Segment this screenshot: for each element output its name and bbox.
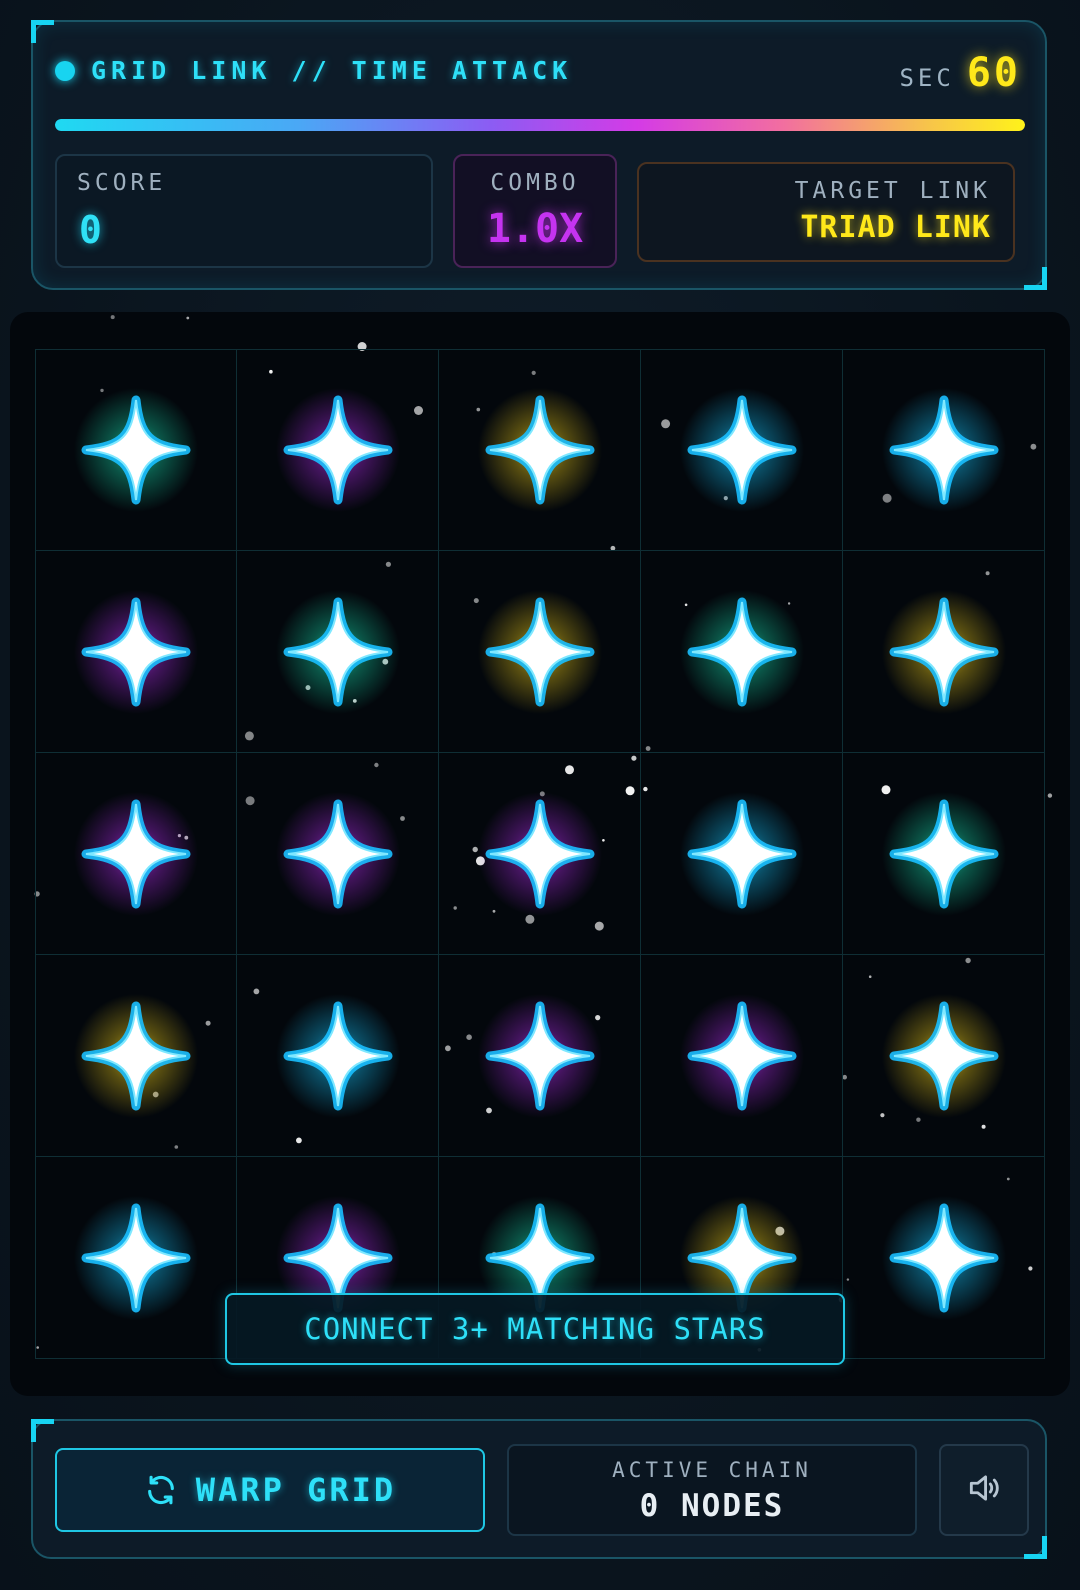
grid-cell[interactable] xyxy=(237,551,439,753)
timer: SEC 60 xyxy=(899,50,1021,96)
purple-star-node xyxy=(680,994,804,1118)
score-panel: SCORE 0 xyxy=(55,154,433,268)
grid-cell[interactable] xyxy=(439,955,641,1157)
purple-star-node xyxy=(74,590,198,714)
grid-cell[interactable] xyxy=(843,753,1045,955)
timer-label: SEC xyxy=(899,64,955,92)
grid-cell[interactable] xyxy=(843,349,1045,551)
teal-star-node xyxy=(680,590,804,714)
purple-star-node xyxy=(276,792,400,916)
hud-corner-accent xyxy=(31,20,54,43)
purple-star-node xyxy=(276,388,400,512)
grid-cell[interactable] xyxy=(439,551,641,753)
background-star xyxy=(110,315,115,320)
grid-cell[interactable] xyxy=(439,753,641,955)
game-board: CONNECT 3+ MATCHING STARS xyxy=(10,312,1070,1396)
refresh-icon xyxy=(144,1473,178,1507)
grid-cell[interactable] xyxy=(641,753,843,955)
cyan-star-node xyxy=(276,994,400,1118)
grid-cell[interactable] xyxy=(237,349,439,551)
game-title: GRID LINK // TIME ATTACK xyxy=(91,56,573,85)
grid-cell[interactable] xyxy=(35,955,237,1157)
hud-panel: GRID LINK // TIME ATTACK SEC 60 SCORE 0 … xyxy=(31,20,1047,290)
hud-corner-accent xyxy=(1024,267,1047,290)
active-chain-value: 0 NODES xyxy=(639,1488,785,1524)
warp-grid-button[interactable]: WARP GRID xyxy=(55,1448,485,1532)
sound-toggle-button[interactable] xyxy=(939,1444,1029,1536)
control-corner-accent xyxy=(1024,1536,1047,1559)
purple-star-node xyxy=(74,792,198,916)
cyan-star-node xyxy=(680,388,804,512)
teal-star-node xyxy=(882,792,1006,916)
grid-cell[interactable] xyxy=(641,955,843,1157)
game-app: GRID LINK // TIME ATTACK SEC 60 SCORE 0 … xyxy=(0,0,1080,1590)
grid-cell[interactable] xyxy=(843,551,1045,753)
star-grid xyxy=(35,349,1045,1359)
score-label: SCORE xyxy=(77,170,167,196)
cyan-star-node xyxy=(680,792,804,916)
grid-cell[interactable] xyxy=(35,349,237,551)
purple-star-node xyxy=(478,792,602,916)
active-chain-label: ACTIVE CHAIN xyxy=(612,1458,812,1482)
combo-panel: COMBO 1.0X xyxy=(453,154,617,268)
timer-value: 60 xyxy=(966,50,1021,96)
combo-value: 1.0X xyxy=(486,206,584,252)
yellow-star-node xyxy=(478,388,602,512)
control-bar: WARP GRID ACTIVE CHAIN 0 NODES xyxy=(31,1419,1047,1559)
title-row: GRID LINK // TIME ATTACK xyxy=(55,56,572,85)
speaker-icon xyxy=(965,1469,1003,1511)
cyan-star-node xyxy=(882,1196,1006,1320)
grid-cell[interactable] xyxy=(641,349,843,551)
yellow-star-node xyxy=(882,994,1006,1118)
yellow-star-node xyxy=(74,994,198,1118)
cyan-star-node xyxy=(74,1196,198,1320)
combo-label: COMBO xyxy=(490,170,580,196)
grid-cell[interactable] xyxy=(237,753,439,955)
grid-cell[interactable] xyxy=(237,955,439,1157)
time-progress-fill xyxy=(55,119,1025,131)
score-value: 0 xyxy=(79,208,102,252)
yellow-star-node xyxy=(478,590,602,714)
yellow-star-node xyxy=(882,590,1006,714)
grid-cell[interactable] xyxy=(641,551,843,753)
grid-cell[interactable] xyxy=(843,955,1045,1157)
teal-star-node xyxy=(276,590,400,714)
grid-cell[interactable] xyxy=(35,753,237,955)
target-link-panel: TARGET LINK TRIAD LINK xyxy=(637,162,1015,262)
background-star xyxy=(186,316,190,320)
active-chain-panel: ACTIVE CHAIN 0 NODES xyxy=(507,1444,917,1536)
background-star xyxy=(1047,793,1053,798)
grid-cell[interactable] xyxy=(843,1157,1045,1359)
target-link-value: TRIAD LINK xyxy=(800,210,991,245)
status-dot-icon xyxy=(55,60,75,81)
target-link-label: TARGET LINK xyxy=(794,178,991,204)
warp-grid-label: WARP GRID xyxy=(195,1471,397,1509)
grid-cell[interactable] xyxy=(35,1157,237,1359)
purple-star-node xyxy=(478,994,602,1118)
time-progress-bar xyxy=(55,119,1025,131)
teal-star-node xyxy=(74,388,198,512)
grid-cell[interactable] xyxy=(35,551,237,753)
instruction-banner: CONNECT 3+ MATCHING STARS xyxy=(225,1293,845,1365)
cyan-star-node xyxy=(882,388,1006,512)
control-corner-accent xyxy=(31,1419,54,1442)
grid-cell[interactable] xyxy=(439,349,641,551)
